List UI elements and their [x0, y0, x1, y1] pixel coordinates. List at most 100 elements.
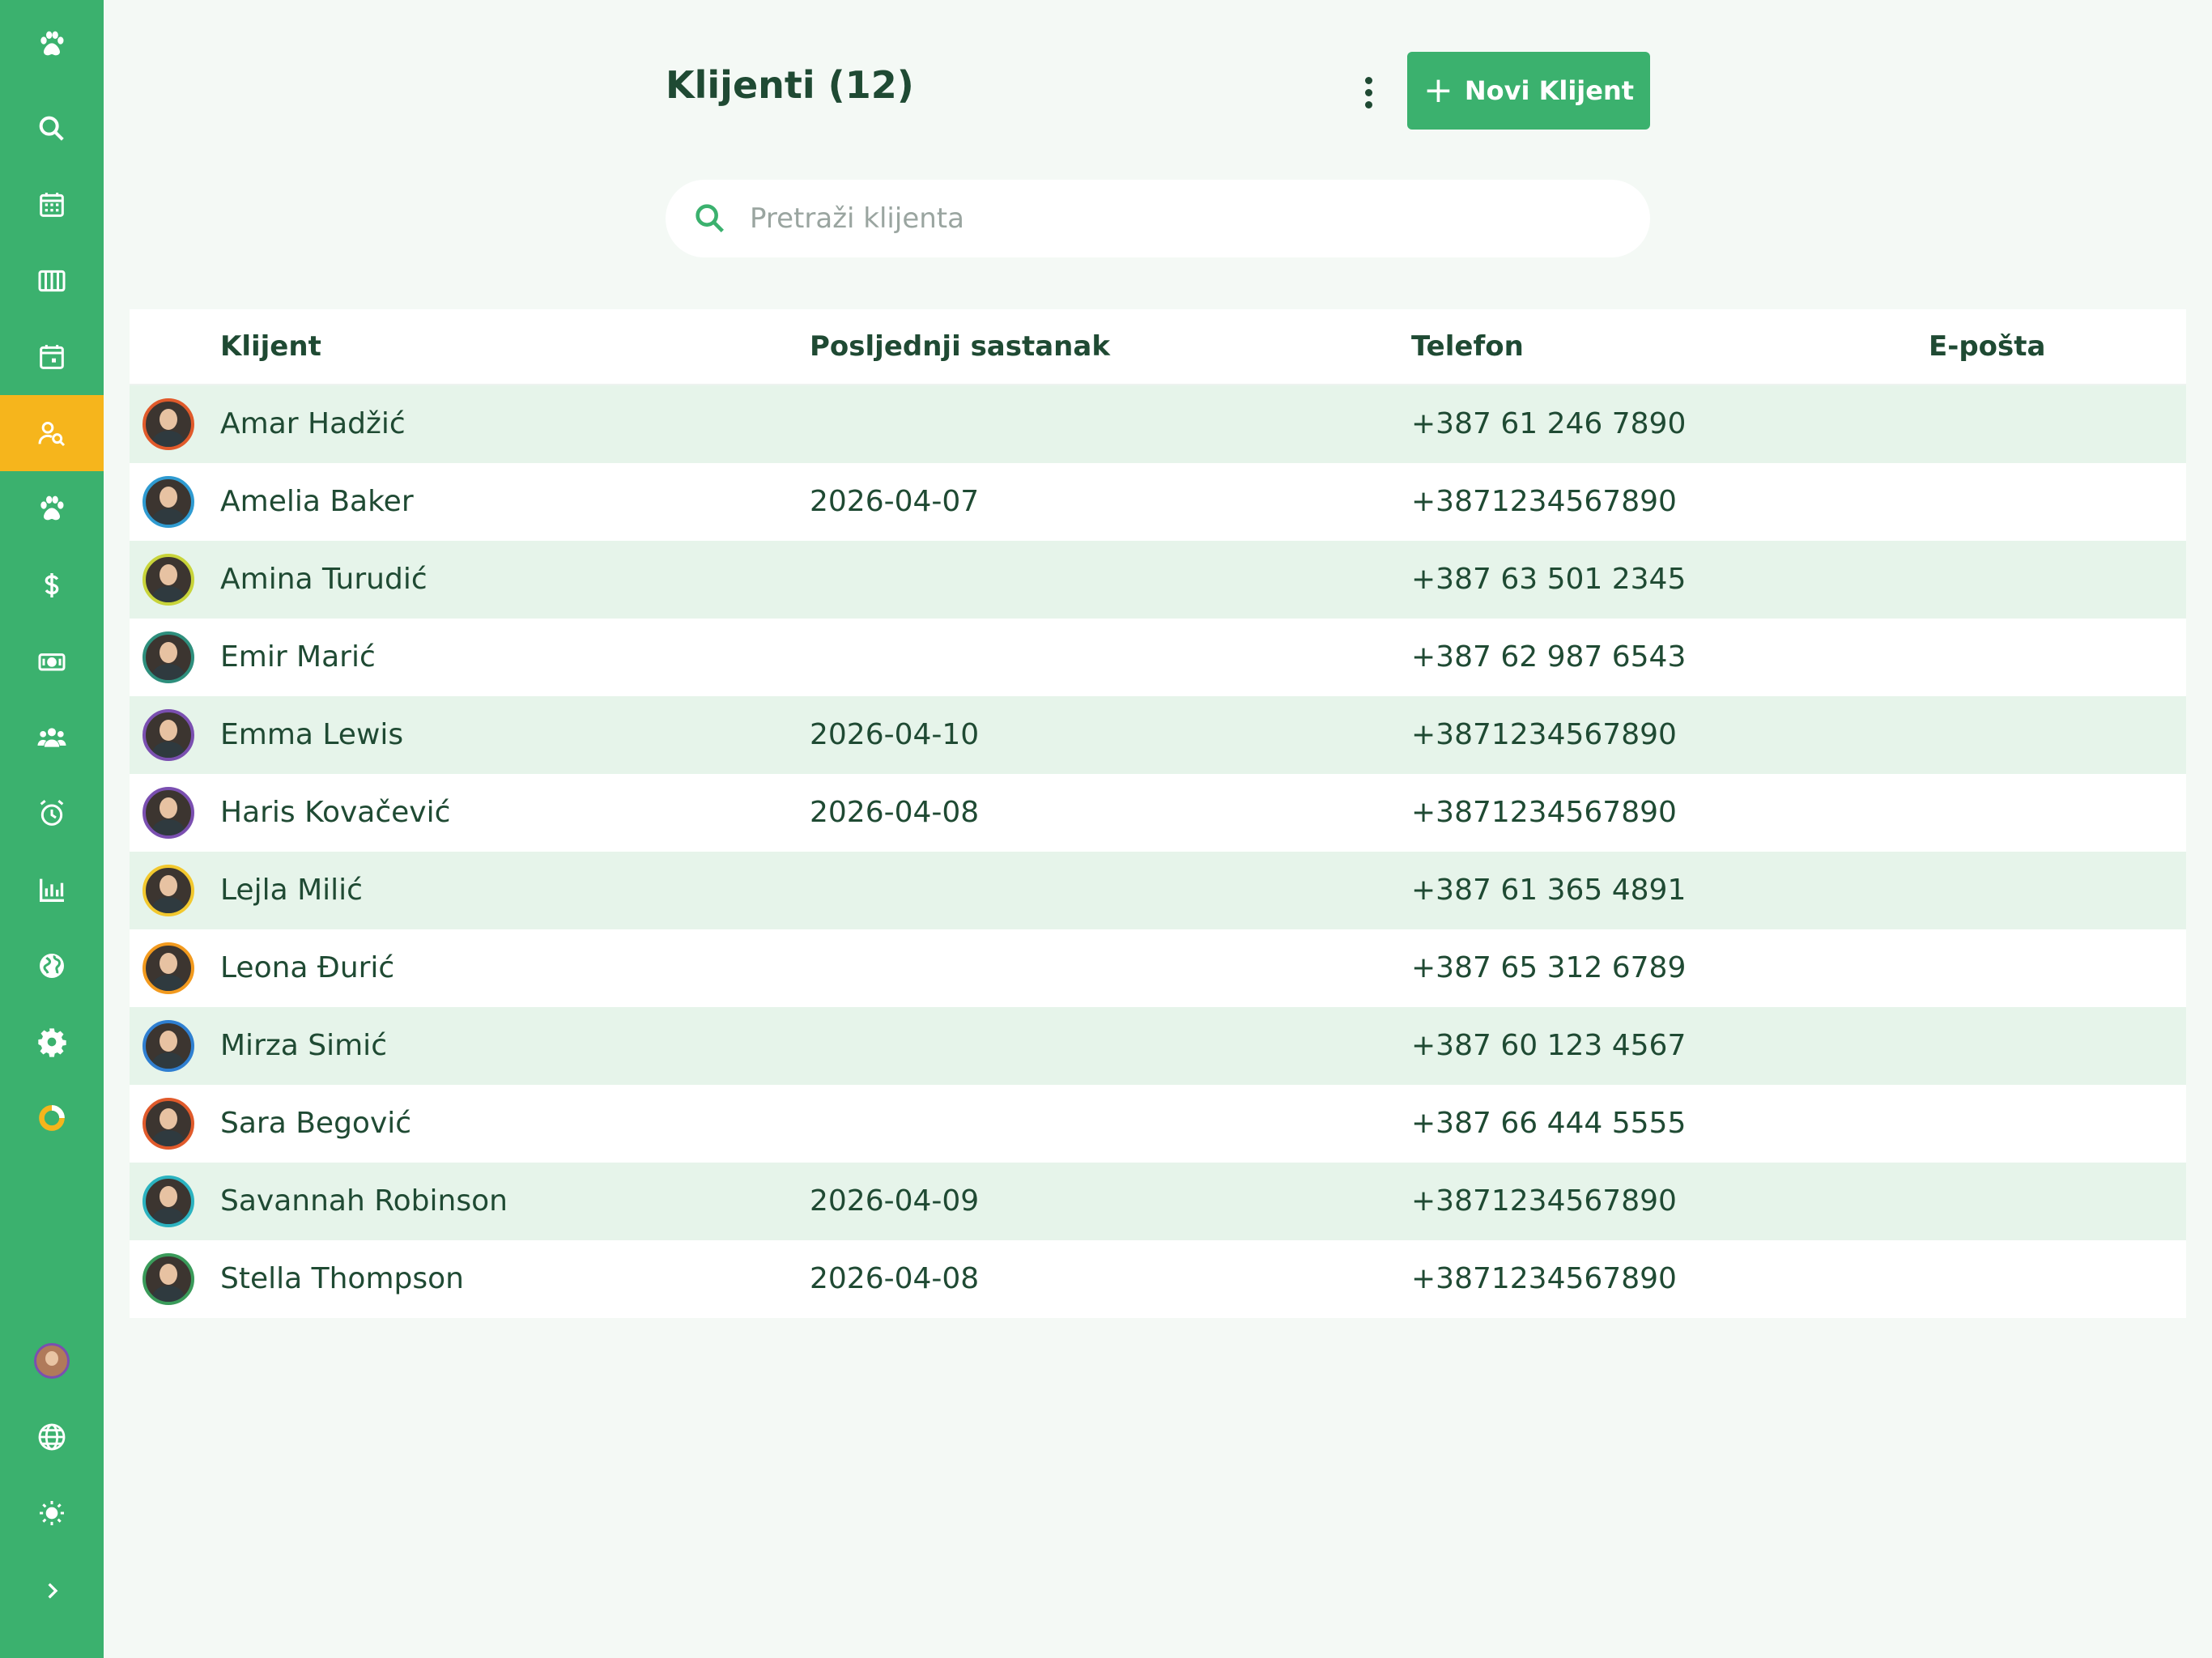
table-row[interactable]: Lejla Milić +387 61 365 4891 [130, 852, 2186, 929]
paw-icon [40, 495, 64, 521]
columns-icon [38, 270, 66, 292]
sidebar-item-clients[interactable] [0, 395, 104, 471]
sidebar-item-settings[interactable] [0, 1004, 104, 1080]
client-phone: +3871234567890 [1411, 718, 1677, 751]
table-header: Klijent Posljednji sastanak Telefon E-po… [130, 309, 2186, 385]
client-avatar [143, 476, 194, 528]
sidebar-item-reports[interactable] [0, 852, 104, 928]
client-name: Emma Lewis [220, 718, 404, 751]
client-phone: +387 61 365 4891 [1411, 874, 1687, 907]
client-name: Stella Thompson [220, 1262, 464, 1295]
client-name: Amina Turudić [220, 563, 428, 596]
client-avatar [143, 787, 194, 839]
user-avatar [34, 1343, 70, 1379]
client-avatar [143, 942, 194, 994]
client-search-icon [38, 422, 66, 447]
sidebar-item-website[interactable] [0, 928, 104, 1004]
calendar-day-icon [40, 345, 64, 369]
client-name: Mirza Simić [220, 1029, 387, 1062]
column-header-phone[interactable]: Telefon [1411, 309, 1524, 384]
table-row[interactable]: Sara Begović +387 66 444 5555 [130, 1085, 2186, 1163]
client-avatar [143, 398, 194, 450]
last-meeting: 2026-04-10 [810, 718, 980, 751]
sidebar-item-theme[interactable] [0, 1475, 104, 1551]
client-phone: +387 62 987 6543 [1411, 640, 1687, 674]
client-name: Amelia Baker [220, 485, 414, 518]
sidebar-item-search[interactable] [0, 91, 104, 167]
last-meeting: 2026-04-07 [810, 485, 980, 518]
globe-icon [40, 954, 64, 978]
sidebar-item-profile[interactable] [0, 1323, 104, 1399]
sidebar-expand-button[interactable] [0, 1553, 104, 1629]
alarm-clock-icon [40, 800, 64, 826]
table-row[interactable]: Emma Lewis 2026-04-10 +3871234567890 [130, 696, 2186, 774]
table-row[interactable]: Amina Turudić +387 63 501 2345 [130, 541, 2186, 619]
chevron-right-icon [48, 1583, 58, 1599]
client-avatar [143, 1175, 194, 1227]
clients-table: Klijent Posljednji sastanak Telefon E-po… [130, 309, 2186, 1318]
client-name: Haris Kovačević [220, 796, 451, 829]
money-bill-icon [38, 653, 66, 671]
new-client-button[interactable]: + Novi Klijent [1407, 52, 1650, 130]
search-input[interactable] [748, 202, 1602, 236]
paw-icon [40, 31, 64, 56]
client-phone: +387 66 444 5555 [1411, 1107, 1687, 1140]
more-options-button[interactable] [1346, 70, 1391, 115]
client-avatar [143, 631, 194, 683]
search-bar [666, 180, 1650, 257]
client-phone: +3871234567890 [1411, 1184, 1677, 1218]
client-name: Amar Hadžić [220, 407, 406, 440]
sidebar-item-payments[interactable] [0, 623, 104, 699]
client-phone: +3871234567890 [1411, 485, 1677, 518]
more-dot [1364, 76, 1372, 84]
users-icon [37, 728, 66, 747]
client-avatar [143, 709, 194, 761]
client-avatar [143, 554, 194, 606]
table-row[interactable]: Emir Marić +387 62 987 6543 [130, 619, 2186, 696]
dollar-icon [45, 573, 59, 597]
client-name: Emir Marić [220, 640, 376, 674]
client-phone: +387 60 123 4567 [1411, 1029, 1687, 1062]
sidebar-item-reminders[interactable] [0, 776, 104, 852]
last-meeting: 2026-04-09 [810, 1184, 980, 1218]
client-avatar [143, 1253, 194, 1305]
search-icon [39, 116, 64, 141]
last-meeting: 2026-04-08 [810, 796, 980, 829]
client-avatar [143, 1020, 194, 1072]
column-header-email[interactable]: E-pošta [1929, 309, 2045, 384]
new-client-label: Novi Klijent [1464, 75, 1635, 106]
sidebar-item-language[interactable] [0, 1399, 104, 1475]
table-row[interactable]: Amar Hadžić +387 61 246 7890 [130, 385, 2186, 463]
client-name: Lejla Milić [220, 874, 363, 907]
table-row[interactable]: Leona Đurić +387 65 312 6789 [130, 929, 2186, 1007]
page-title: Klijenti (12) [666, 63, 914, 107]
table-row[interactable]: Mirza Simić +387 60 123 4567 [130, 1007, 2186, 1085]
table-body: Amar Hadžić +387 61 246 7890 Amelia Baker 2… [130, 385, 2186, 1318]
more-dot [1364, 100, 1372, 108]
plus-icon: + [1423, 70, 1453, 111]
table-row[interactable]: Stella Thompson 2026-04-08 +3871234567890 [130, 1240, 2186, 1318]
sidebar-item-pricing[interactable] [0, 547, 104, 623]
client-name: Leona Đurić [220, 951, 395, 984]
sidebar-item-board[interactable] [0, 243, 104, 319]
column-header-client[interactable]: Klijent [220, 309, 321, 384]
client-name: Sara Begović [220, 1107, 412, 1140]
last-meeting: 2026-04-08 [810, 1262, 980, 1295]
client-name: Savannah Robinson [220, 1184, 508, 1218]
sidebar-item-usage[interactable] [0, 1080, 104, 1156]
sidebar-item-paw[interactable] [0, 6, 104, 83]
client-phone: +387 61 246 7890 [1411, 407, 1687, 440]
language-globe-icon [38, 1423, 66, 1451]
sidebar-item-day[interactable] [0, 319, 104, 395]
table-row[interactable]: Amelia Baker 2026-04-07 +3871234567890 [130, 463, 2186, 541]
table-row[interactable]: Haris Kovačević 2026-04-08 +3871234567890 [130, 774, 2186, 852]
sidebar-item-team[interactable] [0, 699, 104, 776]
sidebar-item-pets[interactable] [0, 471, 104, 547]
sidebar-item-calendar[interactable] [0, 167, 104, 243]
calendar-grid-icon [40, 193, 64, 217]
client-avatar [143, 865, 194, 916]
gear-icon [38, 1028, 66, 1057]
client-phone: +3871234567890 [1411, 796, 1677, 829]
column-header-last-meeting[interactable]: Posljednji sastanak [810, 309, 1110, 384]
table-row[interactable]: Savannah Robinson 2026-04-09 +387123456789… [130, 1163, 2186, 1240]
